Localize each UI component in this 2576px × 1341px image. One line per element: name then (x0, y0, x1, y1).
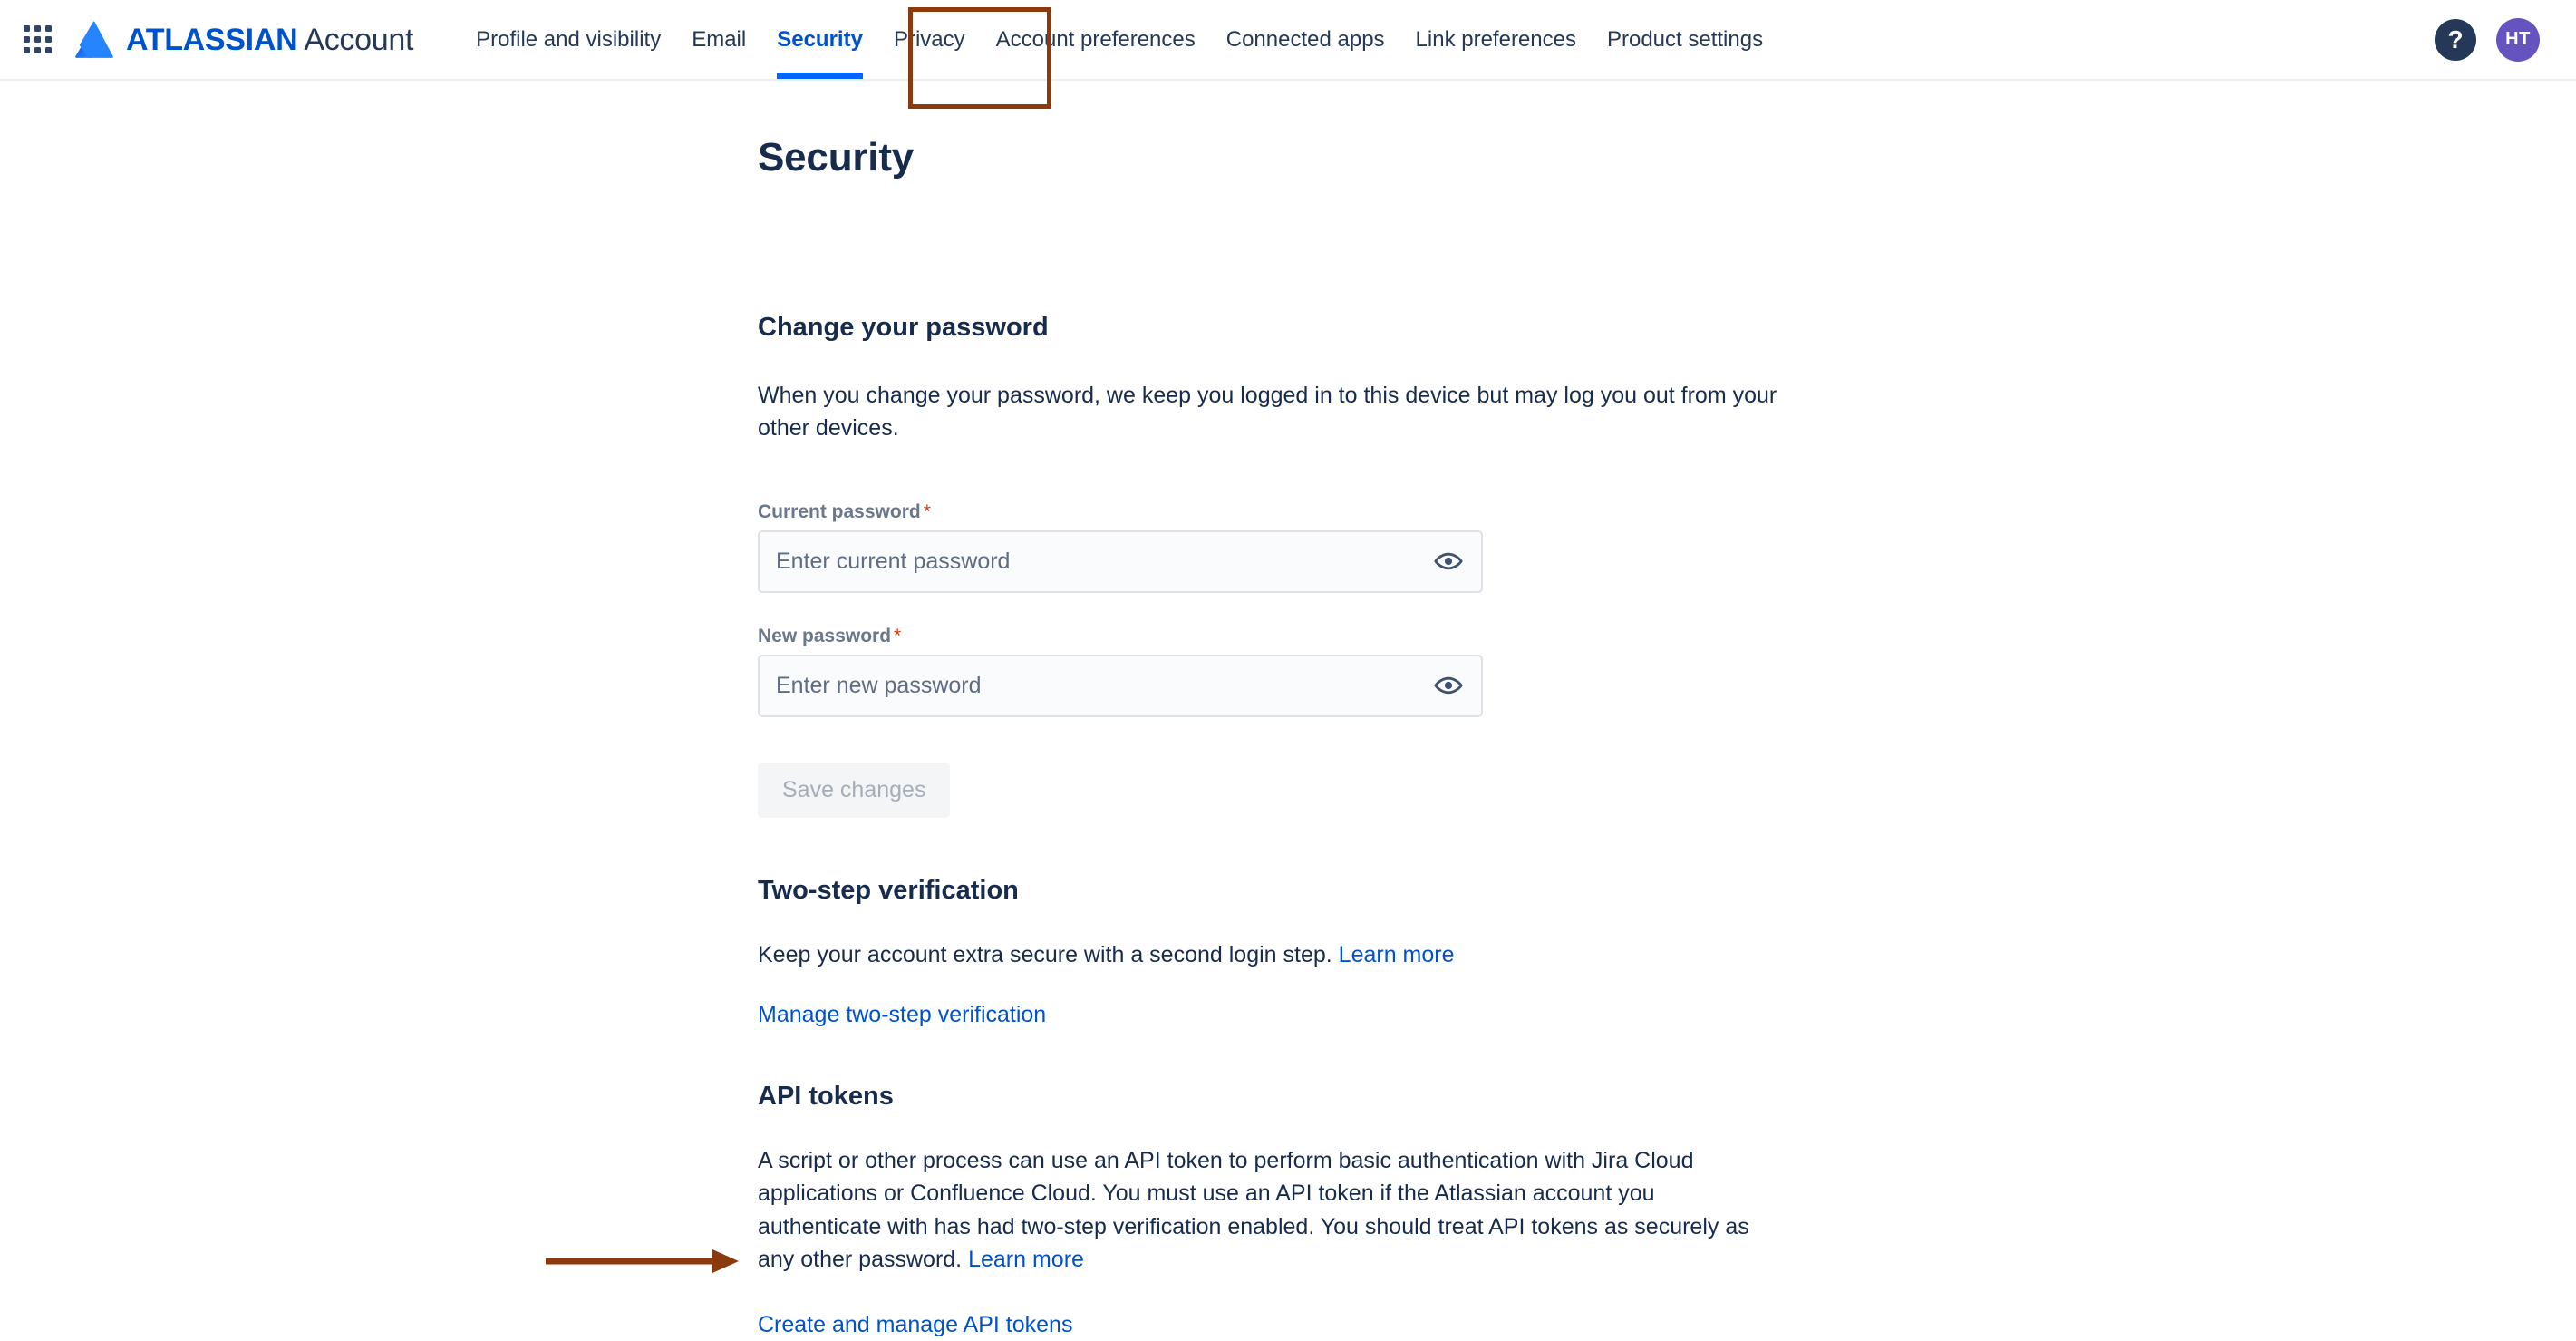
main-content: Security Change your password When you c… (0, 81, 2576, 1341)
atlassian-logo-icon (73, 21, 115, 59)
new-password-input[interactable] (760, 656, 1481, 715)
two-step-description-text: Keep your account extra secure with a se… (758, 942, 1332, 967)
grid-apps-icon (24, 25, 52, 53)
atlassian-account-brand[interactable]: ATLASSIANAccount (73, 0, 413, 79)
change-password-heading: Change your password (758, 313, 2576, 343)
required-marker: * (894, 626, 901, 646)
change-password-section: Change your password When you change you… (758, 313, 2576, 818)
change-password-description: When you change your password, we keep y… (758, 379, 1782, 445)
api-tokens-heading: API tokens (758, 1082, 2576, 1112)
api-tokens-section: API tokens A script or other process can… (758, 1082, 2576, 1341)
api-tokens-manage-wrap: Create and manage API tokens (758, 1308, 1782, 1341)
nav-item-profile-and-visibility[interactable]: Profile and visibility (460, 0, 676, 79)
top-navigation-bar: ATLASSIANAccount Profile and visibility … (0, 0, 2576, 81)
two-step-manage-wrap: Manage two-step verification (758, 998, 1782, 1031)
manage-two-step-verification-link[interactable]: Manage two-step verification (758, 1002, 1046, 1027)
two-step-heading: Two-step verification (758, 876, 2576, 906)
current-password-input-wrap[interactable] (758, 530, 1483, 593)
current-password-field-group: Current password* (758, 501, 2576, 593)
brand-wordmark: ATLASSIANAccount (126, 24, 413, 55)
brand-account-text: Account (304, 23, 413, 57)
create-and-manage-api-tokens-link[interactable]: Create and manage API tokens (758, 1312, 1072, 1337)
current-password-input[interactable] (760, 532, 1481, 591)
new-password-visibility-toggle[interactable] (1428, 666, 1468, 705)
required-marker: * (924, 501, 931, 522)
new-password-field-group: New password* (758, 626, 2576, 717)
help-icon[interactable]: ? (2435, 19, 2476, 61)
nav-item-account-preferences[interactable]: Account preferences (981, 0, 1211, 79)
current-password-visibility-toggle[interactable] (1428, 541, 1468, 581)
current-password-label-text: Current password (758, 501, 921, 522)
new-password-label-text: New password (758, 626, 891, 646)
page-title: Security (758, 135, 2576, 180)
nav-item-security[interactable]: Security (761, 0, 878, 79)
eye-icon (1433, 670, 1464, 701)
nav-item-product-settings[interactable]: Product settings (1592, 0, 1778, 79)
current-password-label: Current password* (758, 501, 2576, 523)
avatar[interactable]: HT (2496, 18, 2540, 62)
api-tokens-description-text: A script or other process can use an API… (758, 1148, 1749, 1272)
brand-atlassian-text: ATLASSIAN (126, 23, 297, 57)
save-changes-button[interactable]: Save changes (758, 763, 950, 818)
api-tokens-description: A script or other process can use an API… (758, 1144, 1782, 1276)
nav-item-connected-apps[interactable]: Connected apps (1211, 0, 1400, 79)
header-actions: ? HT (2435, 18, 2576, 62)
two-step-description: Keep your account extra secure with a se… (758, 938, 1782, 971)
api-tokens-learn-more-link[interactable]: Learn more (968, 1247, 1084, 1272)
app-switcher-button[interactable] (16, 19, 58, 61)
two-step-learn-more-link[interactable]: Learn more (1339, 942, 1455, 967)
two-step-verification-section: Two-step verification Keep your account … (758, 876, 2576, 1032)
new-password-label: New password* (758, 626, 2576, 647)
nav-item-link-preferences[interactable]: Link preferences (1400, 0, 1592, 79)
nav-item-privacy[interactable]: Privacy (878, 0, 981, 79)
main-nav: Profile and visibility Email Security Pr… (460, 0, 2435, 79)
nav-item-email[interactable]: Email (676, 0, 761, 79)
new-password-input-wrap[interactable] (758, 655, 1483, 717)
eye-icon (1433, 546, 1464, 577)
